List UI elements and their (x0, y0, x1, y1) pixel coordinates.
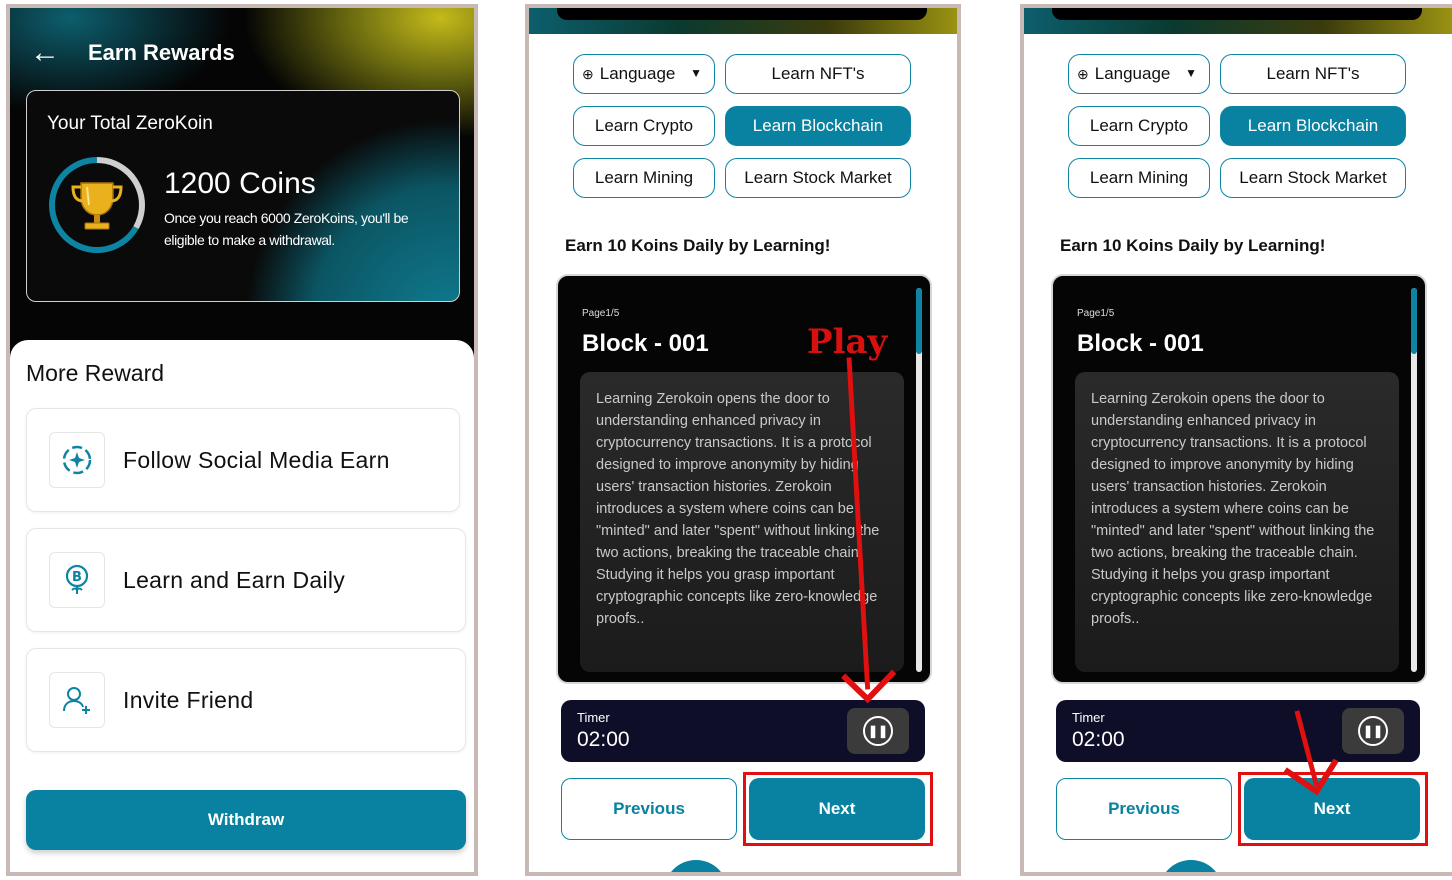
timer-bar: Timer 02:00 ❚❚ (561, 700, 925, 762)
learn-blockchain-chip[interactable]: Learn Blockchain (1220, 106, 1406, 146)
reward-label: Invite Friend (123, 686, 254, 713)
pause-button[interactable]: ❚❚ (1342, 708, 1404, 754)
chip-label: Learn Stock Market (744, 168, 892, 187)
learn-stock-market-chip[interactable]: Learn Stock Market (1220, 158, 1406, 198)
next-highlight-box (743, 772, 933, 846)
chip-label: Learn Blockchain (752, 116, 884, 135)
bitcoin-badge-icon: B (65, 564, 89, 594)
learn-and-earn-item[interactable]: B Learn and Earn Daily (26, 528, 466, 632)
previous-button[interactable]: Previous (561, 778, 737, 840)
pause-icon: ❚❚ (1358, 716, 1388, 746)
reward-label: Learn and Earn Daily (123, 566, 346, 593)
scrollbar-thumb[interactable] (916, 288, 922, 354)
learn-crypto-chip[interactable]: Learn Crypto (573, 106, 715, 146)
language-dropdown[interactable]: ⊕ Language ▼ (1068, 54, 1210, 94)
page-indicator: Page1/5 (1077, 308, 1115, 319)
language-dropdown[interactable]: ⊕ Language ▼ (573, 54, 715, 94)
timer-label: Timer (1072, 710, 1105, 725)
withdraw-button[interactable]: Withdraw (26, 790, 466, 850)
back-arrow-icon[interactable]: ← (30, 38, 70, 68)
learn-mining-chip[interactable]: Learn Mining (1068, 158, 1210, 198)
lesson-title: Block - 001 (582, 330, 709, 357)
chip-label: Learn Crypto (1089, 116, 1189, 135)
follow-social-media-item[interactable]: Follow Social Media Earn (26, 408, 460, 512)
app-header: ← Earn Rewards (30, 38, 235, 68)
lesson-card: Page1/5 Block - 001 Learning Zerokoin op… (1051, 274, 1427, 684)
learn-nft-chip[interactable]: Learn NFT's (1220, 54, 1406, 94)
coin-total: 1200 Coins (164, 167, 316, 200)
more-reward-heading: More Reward (26, 360, 165, 386)
learn-screen-next: ⊕ Language ▼ Learn NFT's Learn Crypto Le… (1020, 4, 1452, 876)
chip-label: Learn NFT's (1266, 64, 1360, 83)
page-indicator: Page1/5 (582, 308, 620, 319)
globe-icon: ⊕ (582, 65, 594, 82)
scrollbar[interactable] (1411, 288, 1417, 672)
chip-label: Learn Crypto (594, 116, 694, 135)
chip-label: Learn Stock Market (1239, 168, 1387, 187)
lesson-body: Learning Zerokoin opens the door to unde… (1075, 372, 1399, 672)
top-strip (529, 8, 957, 34)
icon-box (49, 432, 105, 488)
sparkle-circle-icon (62, 445, 92, 475)
total-label: Your Total ZeroKoin (47, 113, 213, 134)
learn-stock-market-chip[interactable]: Learn Stock Market (725, 158, 911, 198)
timer-value: 02:00 (1072, 728, 1125, 751)
timer-bar: Timer 02:00 ❚❚ (1056, 700, 1420, 762)
chip-label: Learn Mining (1089, 168, 1189, 187)
chip-label: Learn Blockchain (1247, 116, 1379, 135)
timer-value: 02:00 (577, 728, 630, 751)
learn-mining-chip[interactable]: Learn Mining (573, 158, 715, 198)
more-reward-sheet: More Reward Follow Social Media Earn B L… (10, 340, 474, 872)
timer-label: Timer (577, 710, 610, 725)
scrollbar[interactable] (916, 288, 922, 672)
reward-label: Follow Social Media Earn (123, 446, 390, 473)
floating-button[interactable] (1159, 860, 1223, 872)
top-strip (1024, 8, 1452, 34)
icon-box: B (49, 552, 105, 608)
invite-friend-item[interactable]: Invite Friend (26, 648, 466, 752)
floating-button[interactable] (664, 860, 728, 872)
withdraw-eligibility-note: Once you reach 6000 ZeroKoins, you'll be… (164, 210, 409, 248)
total-zerokoin-card: Your Total ZeroKoin 1200 Coins Once you … (26, 90, 460, 302)
learn-screen-play: ⊕ Language ▼ Learn NFT's Learn Crypto Le… (525, 4, 961, 876)
chip-label: Learn Mining (594, 168, 694, 187)
pause-icon: ❚❚ (863, 716, 893, 746)
trophy-icon (71, 182, 123, 230)
progress-ring (49, 157, 145, 253)
learn-blockchain-chip[interactable]: Learn Blockchain (725, 106, 911, 146)
caret-down-icon: ▼ (690, 66, 702, 80)
scrollbar-thumb[interactable] (1411, 288, 1417, 354)
language-label: Language (599, 64, 676, 83)
globe-icon: ⊕ (1077, 65, 1089, 82)
svg-text:B: B (72, 570, 82, 585)
earn-heading: Earn 10 Koins Daily by Learning! (565, 236, 831, 255)
language-label: Language (1094, 64, 1171, 83)
next-highlight-box (1238, 772, 1428, 846)
icon-box (49, 672, 105, 728)
previous-button[interactable]: Previous (1056, 778, 1232, 840)
chip-label: Learn NFT's (771, 64, 865, 83)
lesson-title: Block - 001 (1077, 330, 1204, 357)
learn-nft-chip[interactable]: Learn NFT's (725, 54, 911, 94)
page-title: Earn Rewards (88, 40, 235, 65)
earn-heading: Earn 10 Koins Daily by Learning! (1060, 236, 1326, 255)
caret-down-icon: ▼ (1185, 66, 1197, 80)
pause-button[interactable]: ❚❚ (847, 708, 909, 754)
lesson-body: Learning Zerokoin opens the door to unde… (580, 372, 904, 672)
learn-crypto-chip[interactable]: Learn Crypto (1068, 106, 1210, 146)
earn-rewards-screen: ← Earn Rewards Your Total ZeroKoin 1200 … (6, 4, 478, 876)
add-user-icon (63, 687, 90, 714)
play-annotation: Play (807, 322, 888, 362)
